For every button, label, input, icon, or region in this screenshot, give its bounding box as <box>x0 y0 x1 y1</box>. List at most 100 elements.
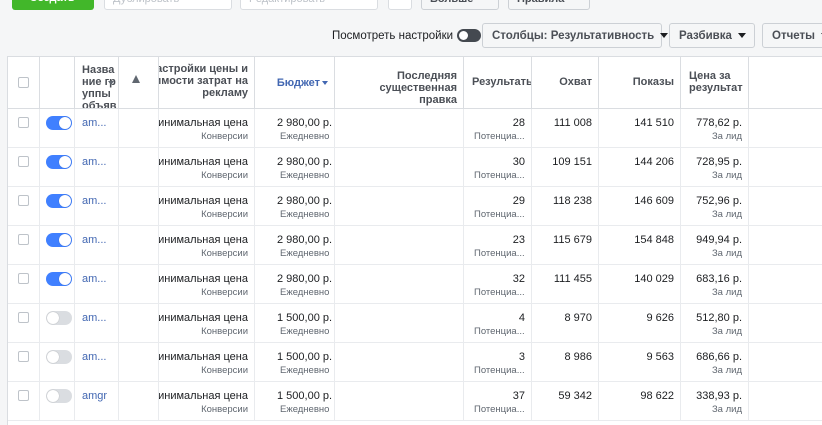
ad-set-name-link[interactable]: am... <box>82 234 106 246</box>
reach-value: 118 238 <box>553 195 592 207</box>
row-budget-cell[interactable]: 2 980,00 р. Ежедневно <box>255 187 335 225</box>
view-settings-toggle[interactable] <box>457 29 482 42</box>
rules-dropdown[interactable]: Правила <box>508 0 590 10</box>
results-value: 29 <box>512 195 525 207</box>
row-results-cell: 28 Потенциа... <box>464 109 532 147</box>
row-checkbox[interactable] <box>18 351 29 362</box>
row-last-edit-cell <box>335 148 464 186</box>
bid-strategy: Минимальная цена <box>159 156 248 168</box>
row-cpr-cell: 949,94 р. За лид <box>681 226 749 264</box>
results-value: 28 <box>512 117 525 129</box>
ad-set-name-link[interactable]: am... <box>82 312 106 324</box>
table-row[interactable]: am... Минимальная цена Конверсии 2 980,00 р… <box>8 148 822 187</box>
row-budget-cell[interactable]: 1 500,00 р. Ежедневно <box>255 382 335 420</box>
row-budget-cell[interactable]: 2 980,00 р. Ежедневно <box>255 226 335 264</box>
row-checkbox[interactable] <box>18 312 29 323</box>
last-edit-header[interactable]: Последняя существенная правка <box>335 57 464 108</box>
row-cpr-cell: 778,62 р. За лид <box>681 109 749 147</box>
row-bid-cell: Минимальная цена Конверсии <box>159 109 255 147</box>
duplicate-button[interactable]: Дублировать <box>104 0 232 10</box>
table-row[interactable]: am... Минимальная цена Конверсии 2 980,00 р… <box>8 187 822 226</box>
budget-value: 1 500,00 р. <box>277 390 333 402</box>
row-select-cell <box>8 382 40 420</box>
bid-header[interactable]: Настройки цены и стоимости затрат на рек… <box>159 57 255 108</box>
row-select-cell <box>8 148 40 186</box>
budget-period: Ежедневно <box>280 209 330 220</box>
reports-label: Отчеты <box>772 29 815 42</box>
row-checkbox[interactable] <box>18 234 29 245</box>
ad-set-name-link[interactable]: am... <box>82 156 106 168</box>
row-checkbox[interactable] <box>18 195 29 206</box>
row-checkbox[interactable] <box>18 117 29 128</box>
reach-header[interactable]: Охват <box>532 57 599 108</box>
row-budget-cell[interactable]: 1 500,00 р. Ежедневно <box>255 304 335 342</box>
row-name-cell: am... <box>75 226 119 264</box>
ad-set-toggle[interactable] <box>46 116 72 130</box>
reports-dropdown[interactable]: Отчеты <box>762 23 822 48</box>
ad-set-name-link[interactable]: am... <box>82 195 106 207</box>
delete-button[interactable] <box>388 0 412 10</box>
ad-set-toggle[interactable] <box>46 194 72 208</box>
reach-value: 115 679 <box>553 234 592 246</box>
view-settings[interactable]: Посмотреть настройки <box>332 29 482 42</box>
budget-value: 2 980,00 р. <box>277 156 333 168</box>
reach-value: 8 986 <box>564 351 592 363</box>
results-type: Потенциа... <box>474 248 525 259</box>
ad-set-toggle[interactable] <box>46 155 72 169</box>
create-button[interactable]: + Создать <box>12 0 94 10</box>
ad-set-name-link[interactable]: am... <box>82 117 106 129</box>
row-warning-cell <box>119 343 159 381</box>
table-row[interactable]: am... Минимальная цена Конверсии 2 980,00 р… <box>8 265 822 304</box>
more-dropdown[interactable]: Больше <box>421 0 499 10</box>
budget-period: Ежедневно <box>280 365 330 376</box>
row-budget-cell[interactable]: 2 980,00 р. Ежедневно <box>255 148 335 186</box>
ad-set-toggle[interactable] <box>46 311 72 325</box>
cost-per-result-type: За лид <box>711 404 742 415</box>
edit-button[interactable]: Редактировать <box>240 0 378 10</box>
row-checkbox[interactable] <box>18 156 29 167</box>
ad-set-toggle[interactable] <box>46 350 72 364</box>
select-all-checkbox[interactable] <box>18 77 29 88</box>
ad-set-toggle[interactable] <box>46 233 72 247</box>
ad-set-name-link[interactable]: amgr <box>82 390 107 402</box>
row-budget-cell[interactable]: 2 980,00 р. Ежедневно <box>255 265 335 303</box>
cost-per-result-type: За лид <box>711 365 742 376</box>
results-value: 23 <box>512 234 525 246</box>
budget-header[interactable]: Бюджет <box>255 57 335 108</box>
row-results-cell: 37 Потенциа... <box>464 382 532 420</box>
row-reach-cell: 8 970 <box>532 304 599 342</box>
columns-dropdown[interactable]: Столбцы: Результативность <box>482 23 669 48</box>
ad-set-toggle[interactable] <box>46 389 72 403</box>
row-toggle-cell <box>40 226 75 264</box>
bid-optimization: Конверсии <box>201 209 248 220</box>
cost-per-result-header-label: Цена за результат <box>689 70 743 94</box>
name-header[interactable]: Название группы объявлений <box>75 57 119 108</box>
row-select-cell <box>8 265 40 303</box>
table-row[interactable]: am... Минимальная цена Конверсии 2 980,00 р… <box>8 109 822 148</box>
row-checkbox[interactable] <box>18 390 29 401</box>
table-row[interactable]: am... Минимальная цена Конверсии 2 980,00 р… <box>8 226 822 265</box>
row-checkbox[interactable] <box>18 273 29 284</box>
cost-per-result-value: 683,16 р. <box>696 273 742 285</box>
table-row[interactable]: amgr Минимальная цена Конверсии 1 500,00 р.… <box>8 382 822 421</box>
impressions-header[interactable]: Показы <box>599 57 681 108</box>
row-results-cell: 30 Потенциа... <box>464 148 532 186</box>
budget-period: Ежедневно <box>280 131 330 142</box>
row-warning-cell <box>119 265 159 303</box>
row-budget-cell[interactable]: 1 500,00 р. Ежедневно <box>255 343 335 381</box>
breakdown-dropdown[interactable]: Разбивка <box>669 23 755 48</box>
results-header[interactable]: Результаты <box>464 57 532 108</box>
row-budget-cell[interactable]: 2 980,00 р. Ежедневно <box>255 109 335 147</box>
impressions-value: 140 029 <box>634 273 674 285</box>
ad-set-name-link[interactable]: am... <box>82 351 106 363</box>
ad-set-toggle[interactable] <box>46 272 72 286</box>
table-row[interactable]: am... Минимальная цена Конверсии 1 500,00 р… <box>8 304 822 343</box>
row-impressions-cell: 9 626 <box>599 304 681 342</box>
table-row[interactable]: am... Минимальная цена Конверсии 1 500,00 р… <box>8 343 822 382</box>
warning-icon <box>132 75 140 83</box>
budget-header-label: Бюджет <box>277 77 328 89</box>
cost-per-result-header[interactable]: Цена за результат <box>681 57 749 108</box>
ad-set-name-link[interactable]: am... <box>82 273 106 285</box>
reach-value: 111 008 <box>553 117 592 129</box>
row-last-edit-cell <box>335 109 464 147</box>
